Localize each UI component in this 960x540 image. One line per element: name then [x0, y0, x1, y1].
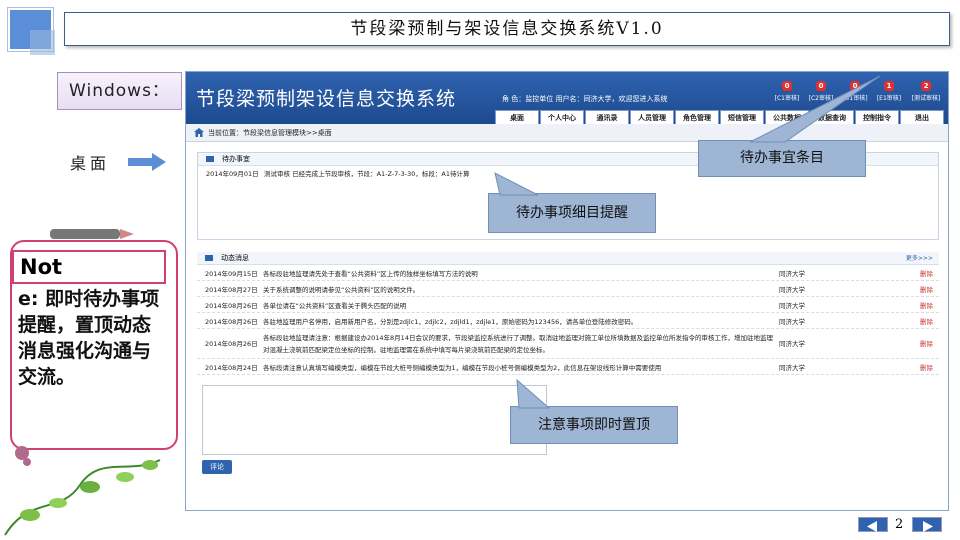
- home-icon[interactable]: [194, 128, 204, 137]
- next-page-button[interactable]: [912, 517, 942, 532]
- callout-pointer: [749, 75, 881, 143]
- right-arrow-icon: [923, 521, 933, 532]
- news-date: 2014年09月15日: [205, 269, 258, 278]
- news-date: 2014年08月26日: [205, 317, 258, 326]
- news-org: 同济大学: [779, 317, 805, 326]
- news-row[interactable]: 2014年08月27日 关于系统调整的说明请参见“公共资料”区的说明文件。 同济…: [197, 281, 939, 297]
- callout-todo-reminder: 待办事项细目提醒: [488, 193, 656, 233]
- more-link[interactable]: 更多>>>: [906, 252, 933, 265]
- news-panel-header: 动态消息 更多>>>: [197, 252, 939, 265]
- news-org: 同济大学: [779, 363, 805, 372]
- news-org: 同济大学: [779, 301, 805, 310]
- news-text: 各标段驻地监理请注意：根据建设办2014年8月14日会议的要求，节段梁监控系统进…: [263, 333, 773, 354]
- badge-test[interactable]: 2 [测试审核]: [908, 81, 944, 102]
- todo-date: 2014年09月01日: [206, 170, 259, 178]
- news-org: 同济大学: [779, 339, 805, 348]
- breadcrumb-text: 当前位置：节段梁信息管理模块>>桌面: [208, 129, 332, 137]
- delete-link[interactable]: 删除: [899, 338, 939, 350]
- badge-label: [测试审核]: [911, 95, 941, 102]
- callout-pinned: 注意事项即时置顶: [510, 406, 678, 444]
- news-text: 各驻地监理用户名停用，启用新用户名，分别是zdjlc1，zdjlc2，zdjld…: [263, 317, 638, 326]
- comment-button[interactable]: 评论: [202, 460, 232, 474]
- news-date: 2014年08月24日: [205, 363, 258, 372]
- news-org: 同济大学: [779, 269, 805, 278]
- delete-link[interactable]: 删除: [899, 300, 939, 310]
- news-row[interactable]: 2014年08月24日 各标段请注意认真填写编模类型，编模在节段大桩号侧编模类型…: [197, 359, 939, 375]
- left-arrow-icon: [867, 521, 877, 532]
- decor-square-small: [30, 30, 55, 55]
- news-date: 2014年08月26日: [205, 301, 258, 310]
- right-arrow-icon: [128, 153, 166, 171]
- list-icon: [206, 156, 214, 162]
- comment-textarea[interactable]: [202, 385, 547, 455]
- prev-page-button[interactable]: [858, 517, 888, 532]
- news-text: 各标段驻地监理请先处于查看“公共资料”区上传的独样坐标填写方法的说明: [263, 269, 478, 278]
- app-title: 节段梁预制架设信息交换系统: [196, 88, 457, 110]
- page-number: 2: [895, 517, 904, 532]
- delete-link[interactable]: 删除: [899, 316, 939, 326]
- badge-count: 2: [920, 81, 932, 91]
- delete-link[interactable]: 删除: [899, 268, 939, 278]
- news-date: 2014年08月26日: [205, 339, 258, 348]
- note-body: e: 即时待办事项提醒，置顶动态消息强化沟通与交流。: [18, 288, 160, 388]
- news-row[interactable]: 2014年09月15日 各标段驻地监理请先处于查看“公共资料”区上传的独样坐标填…: [197, 265, 939, 281]
- news-heading: 动态消息: [221, 254, 249, 262]
- list-icon: [205, 255, 213, 261]
- user-info: 角 色：监控单位 用户名：同济大学，欢迎您进入系统: [502, 95, 668, 103]
- news-text: 关于系统调整的说明请参见“公共资料”区的说明文件。: [263, 285, 420, 294]
- news-row[interactable]: 2014年08月26日 各标段驻地监理请注意：根据建设办2014年8月14日会议…: [197, 329, 939, 359]
- delete-link[interactable]: 删除: [899, 284, 939, 294]
- slide-title: 节段梁预制与架设信息交换系统V1.0: [64, 12, 950, 46]
- vine-decoration: [4, 459, 161, 536]
- todo-heading: 待办事宜: [222, 155, 250, 163]
- pencil-icon: [50, 229, 134, 239]
- note-heading: Not: [12, 250, 166, 284]
- delete-link[interactable]: 删除: [899, 362, 939, 372]
- news-org: 同济大学: [779, 285, 805, 294]
- news-date: 2014年08月27日: [205, 285, 258, 294]
- desktop-label: 桌面: [70, 154, 111, 173]
- callout-pointer: [494, 172, 539, 196]
- news-text: 各标段请注意认真填写编模类型，编模在节段大桩号侧编模类型为1，编模在节段小桩号侧…: [263, 363, 662, 372]
- windows-label: Windows：: [57, 72, 182, 110]
- news-text: 各单位请在“公共资料”区查看关于腾头匹配的说明: [263, 301, 407, 310]
- callout-pointer: [516, 378, 551, 409]
- news-row[interactable]: 2014年08月26日 各单位请在“公共资料”区查看关于腾头匹配的说明 同济大学…: [197, 297, 939, 313]
- news-row[interactable]: 2014年08月26日 各驻地监理用户名停用，启用新用户名，分别是zdjlc1，…: [197, 313, 939, 329]
